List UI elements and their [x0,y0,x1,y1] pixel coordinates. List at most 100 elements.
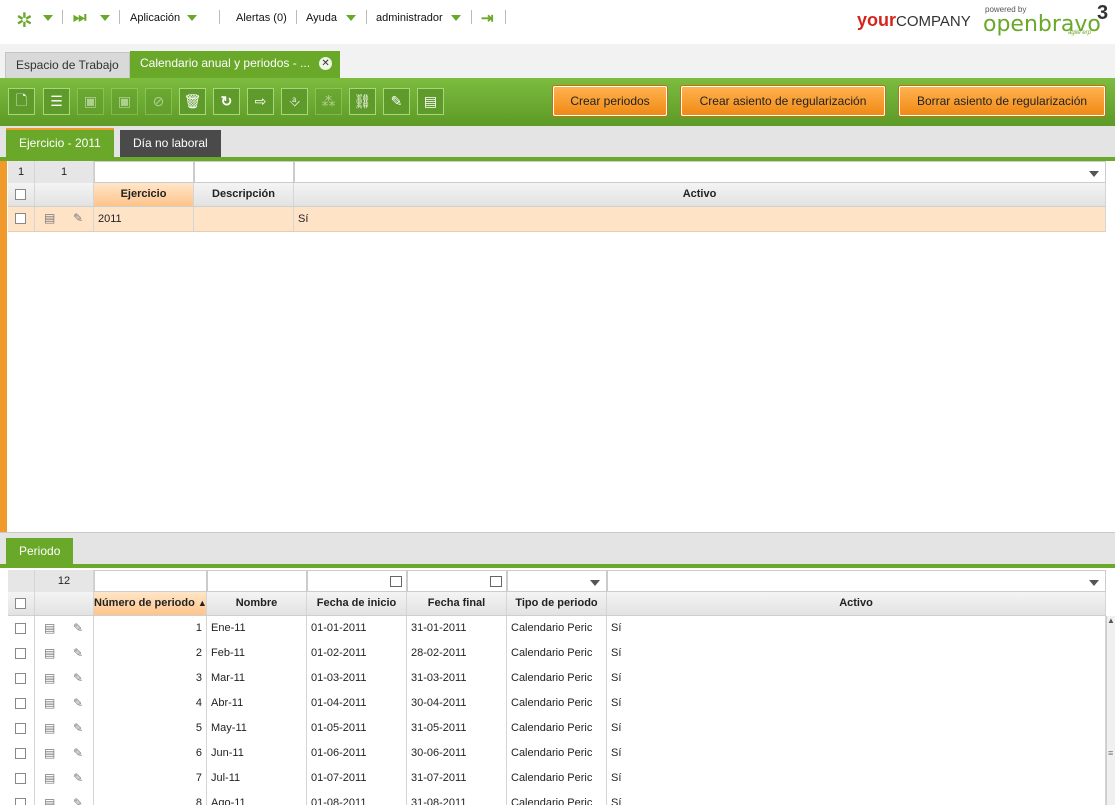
cell-inicio[interactable]: 01-07-2011 [307,766,407,791]
cell-inicio[interactable]: 01-05-2011 [307,716,407,741]
save-icon[interactable]: ▣ [77,88,104,115]
row-checkbox[interactable] [15,673,26,684]
chevron-down-icon[interactable] [1089,580,1099,586]
filter-nombre[interactable] [207,570,307,592]
tools-icon[interactable]: ✎ [383,88,410,115]
table-row[interactable]: ▤ ✎ 5 May-11 01-05-2011 31-05-2011 Calendario … [8,716,1106,742]
table-row[interactable]: ▤ ✎ 4 Abr-11 01-04-2011 30-04-2011 Calendario … [8,691,1106,717]
cell-inicio[interactable]: 01-06-2011 [307,741,407,766]
column-header-activo[interactable]: Activo [607,592,1106,615]
row-checkbox[interactable] [15,798,26,805]
row-checkbox[interactable] [15,723,26,734]
chevron-down-icon[interactable] [100,15,110,21]
tab-dia-no-laboral[interactable]: Día no laboral [120,130,221,157]
column-header-descripcion[interactable]: Descripción [194,183,294,206]
cell-tipo[interactable]: Calendario Peric [507,616,607,641]
open-form-icon[interactable]: ▤ [44,646,55,660]
crear-periodos-button[interactable]: Crear periodos [553,86,667,116]
row-checkbox[interactable] [15,213,26,224]
cell-tipo[interactable]: Calendario Peric [507,641,607,666]
cell-final[interactable]: 28-02-2011 [407,641,507,666]
select-all-checkbox[interactable] [15,189,26,200]
cell-numero[interactable]: 6 [94,741,207,766]
user-menu[interactable]: administrador [376,12,443,24]
edit-pencil-icon[interactable]: ✎ [73,721,83,735]
row-checkbox[interactable] [15,623,26,634]
cell-nombre[interactable]: Ago-11 [207,791,307,805]
cell-numero[interactable]: 7 [94,766,207,791]
logout-icon[interactable]: ⇥ [481,9,494,27]
new-document-icon[interactable]: 🗋 [8,88,35,115]
cell-tipo[interactable]: Calendario Peric [507,766,607,791]
table-row[interactable]: ▤ ✎ 2 Feb-11 01-02-2011 28-02-2011 Calendario … [8,641,1106,667]
cell-nombre[interactable]: Ene-11 [207,616,307,641]
scroll-up-icon[interactable]: ▲ [1107,616,1115,625]
refresh-icon[interactable]: ↻ [213,88,240,115]
cell-activo[interactable]: Sí [607,666,1106,691]
table-row[interactable]: ▤ ✎ 6 Jun-11 01-06-2011 30-06-2011 Calendario … [8,741,1106,767]
edit-pencil-icon[interactable]: ✎ [73,746,83,760]
column-header-ejercicio[interactable]: Ejercicio [94,183,194,206]
filter-activo[interactable] [294,161,1106,183]
row-checkbox[interactable] [15,698,26,709]
open-form-icon[interactable]: ▤ [44,796,55,805]
table-row[interactable]: ▤ ✎ 2011 Sí [8,207,1106,232]
filter-fecha-final[interactable] [407,570,507,592]
borrar-asiento-button[interactable]: Borrar asiento de regularización [899,86,1105,116]
cell-tipo[interactable]: Calendario Peric [507,691,607,716]
vertical-scrollbar[interactable]: ▲ ≡ [1106,616,1115,805]
table-row[interactable]: ▤ ✎ 7 Jul-11 01-07-2011 31-07-2011 Calendario … [8,766,1106,792]
link-icon[interactable]: ⛓ [349,88,376,115]
tab-calendar[interactable]: Calendario anual y periodos - ... ✕ [130,51,341,78]
edit-pencil-icon[interactable]: ✎ [73,211,83,225]
cell-nombre[interactable]: Jul-11 [207,766,307,791]
cell-nombre[interactable]: Mar-11 [207,666,307,691]
cell-numero[interactable]: 1 [94,616,207,641]
cell-activo[interactable]: Sí [607,691,1106,716]
cell-nombre[interactable]: Feb-11 [207,641,307,666]
tab-workspace[interactable]: Espacio de Trabajo [5,52,130,78]
filter-fecha-inicio[interactable] [307,570,407,592]
filter-ejercicio[interactable] [94,161,194,183]
chevron-down-icon[interactable] [590,580,600,586]
open-form-icon[interactable]: ▤ [44,671,55,685]
cell-tipo[interactable]: Calendario Peric [507,791,607,805]
cell-activo[interactable]: Sí [607,741,1106,766]
open-form-icon[interactable]: ▤ [44,211,55,225]
cell-activo[interactable]: Sí [607,716,1106,741]
row-checkbox[interactable] [15,773,26,784]
cell-nombre[interactable]: May-11 [207,716,307,741]
alerts-link[interactable]: Alertas (0) [236,12,287,24]
delete-icon[interactable]: 🗑 [179,88,206,115]
export-icon[interactable]: ⇨ [247,88,274,115]
cell-inicio[interactable]: 01-04-2011 [307,691,407,716]
chevron-down-icon[interactable] [451,15,461,21]
cell-final[interactable]: 31-05-2011 [407,716,507,741]
edit-pencil-icon[interactable]: ✎ [73,646,83,660]
open-form-icon[interactable]: ▤ [44,771,55,785]
cell-activo[interactable]: Sí [607,766,1106,791]
cell-inicio[interactable]: 01-01-2011 [307,616,407,641]
cell-final[interactable]: 30-04-2011 [407,691,507,716]
calendar-icon[interactable] [490,576,502,587]
cell-numero[interactable]: 8 [94,791,207,805]
cell-inicio[interactable]: 01-02-2011 [307,641,407,666]
cell-final[interactable]: 31-08-2011 [407,791,507,805]
open-form-icon[interactable]: ▤ [44,696,55,710]
cell-final[interactable]: 30-06-2011 [407,741,507,766]
open-form-icon[interactable]: ▤ [44,721,55,735]
cell-nombre[interactable]: Jun-11 [207,741,307,766]
column-header-fecha-inicio[interactable]: Fecha de inicio [307,592,407,615]
filter-tipo[interactable] [507,570,607,592]
cell-numero[interactable]: 5 [94,716,207,741]
cell-tipo[interactable]: Calendario Peric [507,716,607,741]
cell-activo[interactable]: Sí [607,616,1106,641]
row-checkbox[interactable] [15,648,26,659]
select-all-checkbox[interactable] [15,598,26,609]
cell-descripcion[interactable] [194,207,294,231]
tab-periodo[interactable]: Periodo [6,538,74,565]
cell-activo[interactable]: Sí [607,791,1106,805]
cell-final[interactable]: 31-07-2011 [407,766,507,791]
audit-icon[interactable]: ⁂ [315,88,342,115]
edit-pencil-icon[interactable]: ✎ [73,696,83,710]
